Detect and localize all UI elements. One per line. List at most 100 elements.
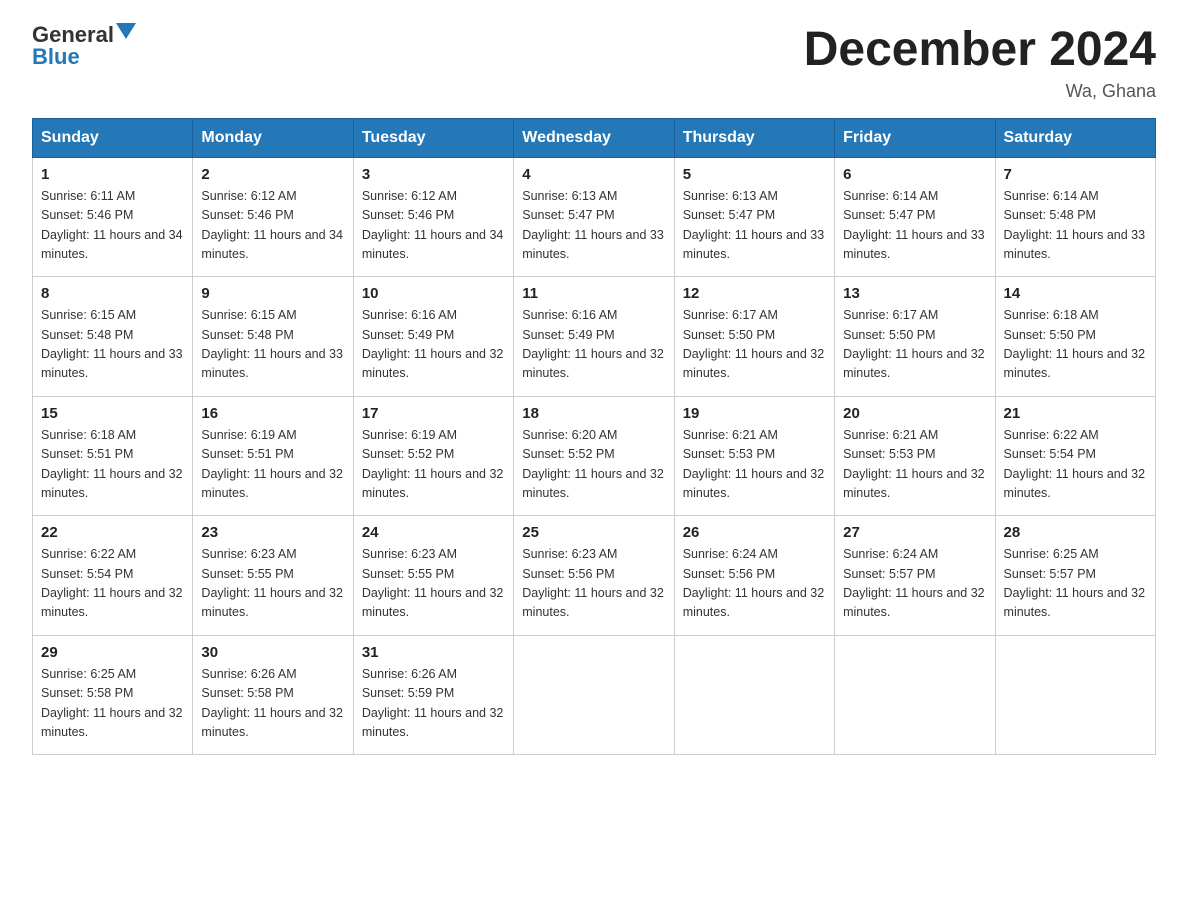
calendar-day-cell: 7 Sunrise: 6:14 AM Sunset: 5:48 PM Dayli… [995,157,1155,277]
day-number: 10 [362,285,505,302]
day-number: 21 [1004,405,1147,422]
day-number: 12 [683,285,826,302]
calendar-day-cell: 22 Sunrise: 6:22 AM Sunset: 5:54 PM Dayl… [33,516,193,636]
page-header: General Blue December 2024 Wa, Ghana [32,24,1156,102]
day-info: Sunrise: 6:17 AM Sunset: 5:50 PM Dayligh… [683,306,826,384]
day-info: Sunrise: 6:12 AM Sunset: 5:46 PM Dayligh… [362,187,505,265]
day-number: 31 [362,644,505,661]
logo: General Blue [32,24,136,68]
calendar-day-cell: 6 Sunrise: 6:14 AM Sunset: 5:47 PM Dayli… [835,157,995,277]
day-of-week-header: Thursday [674,118,834,157]
day-number: 13 [843,285,986,302]
day-number: 28 [1004,524,1147,541]
location-text: Wa, Ghana [804,81,1156,102]
day-info: Sunrise: 6:21 AM Sunset: 5:53 PM Dayligh… [843,426,986,504]
calendar-day-cell [674,635,834,755]
day-info: Sunrise: 6:16 AM Sunset: 5:49 PM Dayligh… [522,306,665,384]
calendar-day-cell: 13 Sunrise: 6:17 AM Sunset: 5:50 PM Dayl… [835,277,995,397]
day-info: Sunrise: 6:25 AM Sunset: 5:58 PM Dayligh… [41,665,184,743]
logo-blue-text: Blue [32,46,80,68]
day-info: Sunrise: 6:13 AM Sunset: 5:47 PM Dayligh… [522,187,665,265]
day-number: 15 [41,405,184,422]
day-number: 5 [683,166,826,183]
day-number: 25 [522,524,665,541]
day-info: Sunrise: 6:12 AM Sunset: 5:46 PM Dayligh… [201,187,344,265]
day-info: Sunrise: 6:22 AM Sunset: 5:54 PM Dayligh… [1004,426,1147,504]
day-of-week-header: Sunday [33,118,193,157]
calendar-day-cell: 24 Sunrise: 6:23 AM Sunset: 5:55 PM Dayl… [353,516,513,636]
calendar-week-row: 15 Sunrise: 6:18 AM Sunset: 5:51 PM Dayl… [33,396,1156,516]
day-info: Sunrise: 6:13 AM Sunset: 5:47 PM Dayligh… [683,187,826,265]
calendar-day-cell: 12 Sunrise: 6:17 AM Sunset: 5:50 PM Dayl… [674,277,834,397]
day-info: Sunrise: 6:19 AM Sunset: 5:52 PM Dayligh… [362,426,505,504]
calendar-day-cell: 16 Sunrise: 6:19 AM Sunset: 5:51 PM Dayl… [193,396,353,516]
calendar-header-row: SundayMondayTuesdayWednesdayThursdayFrid… [33,118,1156,157]
day-number: 4 [522,166,665,183]
calendar-day-cell [995,635,1155,755]
calendar-day-cell: 1 Sunrise: 6:11 AM Sunset: 5:46 PM Dayli… [33,157,193,277]
day-info: Sunrise: 6:18 AM Sunset: 5:51 PM Dayligh… [41,426,184,504]
month-title: December 2024 [804,24,1156,77]
day-number: 30 [201,644,344,661]
calendar-day-cell: 4 Sunrise: 6:13 AM Sunset: 5:47 PM Dayli… [514,157,674,277]
day-number: 2 [201,166,344,183]
calendar-day-cell: 23 Sunrise: 6:23 AM Sunset: 5:55 PM Dayl… [193,516,353,636]
day-number: 17 [362,405,505,422]
day-number: 27 [843,524,986,541]
day-info: Sunrise: 6:24 AM Sunset: 5:56 PM Dayligh… [683,545,826,623]
calendar-day-cell: 17 Sunrise: 6:19 AM Sunset: 5:52 PM Dayl… [353,396,513,516]
calendar-day-cell: 18 Sunrise: 6:20 AM Sunset: 5:52 PM Dayl… [514,396,674,516]
day-info: Sunrise: 6:19 AM Sunset: 5:51 PM Dayligh… [201,426,344,504]
calendar-day-cell: 28 Sunrise: 6:25 AM Sunset: 5:57 PM Dayl… [995,516,1155,636]
day-info: Sunrise: 6:20 AM Sunset: 5:52 PM Dayligh… [522,426,665,504]
calendar-day-cell: 2 Sunrise: 6:12 AM Sunset: 5:46 PM Dayli… [193,157,353,277]
day-number: 6 [843,166,986,183]
logo-general-text: General [32,24,114,46]
calendar-day-cell: 20 Sunrise: 6:21 AM Sunset: 5:53 PM Dayl… [835,396,995,516]
day-number: 9 [201,285,344,302]
calendar-day-cell: 31 Sunrise: 6:26 AM Sunset: 5:59 PM Dayl… [353,635,513,755]
calendar-week-row: 22 Sunrise: 6:22 AM Sunset: 5:54 PM Dayl… [33,516,1156,636]
calendar-week-row: 8 Sunrise: 6:15 AM Sunset: 5:48 PM Dayli… [33,277,1156,397]
day-info: Sunrise: 6:14 AM Sunset: 5:47 PM Dayligh… [843,187,986,265]
calendar-week-row: 1 Sunrise: 6:11 AM Sunset: 5:46 PM Dayli… [33,157,1156,277]
calendar-day-cell: 19 Sunrise: 6:21 AM Sunset: 5:53 PM Dayl… [674,396,834,516]
day-info: Sunrise: 6:22 AM Sunset: 5:54 PM Dayligh… [41,545,184,623]
calendar-table: SundayMondayTuesdayWednesdayThursdayFrid… [32,118,1156,756]
calendar-day-cell: 27 Sunrise: 6:24 AM Sunset: 5:57 PM Dayl… [835,516,995,636]
calendar-day-cell [835,635,995,755]
calendar-day-cell: 9 Sunrise: 6:15 AM Sunset: 5:48 PM Dayli… [193,277,353,397]
day-number: 20 [843,405,986,422]
day-of-week-header: Monday [193,118,353,157]
day-info: Sunrise: 6:23 AM Sunset: 5:55 PM Dayligh… [362,545,505,623]
day-info: Sunrise: 6:21 AM Sunset: 5:53 PM Dayligh… [683,426,826,504]
day-info: Sunrise: 6:24 AM Sunset: 5:57 PM Dayligh… [843,545,986,623]
calendar-day-cell: 25 Sunrise: 6:23 AM Sunset: 5:56 PM Dayl… [514,516,674,636]
day-info: Sunrise: 6:26 AM Sunset: 5:59 PM Dayligh… [362,665,505,743]
day-info: Sunrise: 6:26 AM Sunset: 5:58 PM Dayligh… [201,665,344,743]
day-info: Sunrise: 6:23 AM Sunset: 5:55 PM Dayligh… [201,545,344,623]
calendar-day-cell: 26 Sunrise: 6:24 AM Sunset: 5:56 PM Dayl… [674,516,834,636]
day-number: 23 [201,524,344,541]
calendar-day-cell: 11 Sunrise: 6:16 AM Sunset: 5:49 PM Dayl… [514,277,674,397]
day-info: Sunrise: 6:23 AM Sunset: 5:56 PM Dayligh… [522,545,665,623]
day-info: Sunrise: 6:18 AM Sunset: 5:50 PM Dayligh… [1004,306,1147,384]
day-number: 1 [41,166,184,183]
calendar-day-cell [514,635,674,755]
day-number: 22 [41,524,184,541]
calendar-day-cell: 8 Sunrise: 6:15 AM Sunset: 5:48 PM Dayli… [33,277,193,397]
day-info: Sunrise: 6:16 AM Sunset: 5:49 PM Dayligh… [362,306,505,384]
calendar-day-cell: 10 Sunrise: 6:16 AM Sunset: 5:49 PM Dayl… [353,277,513,397]
day-info: Sunrise: 6:11 AM Sunset: 5:46 PM Dayligh… [41,187,184,265]
calendar-day-cell: 5 Sunrise: 6:13 AM Sunset: 5:47 PM Dayli… [674,157,834,277]
logo-triangle-icon [116,23,136,39]
day-number: 14 [1004,285,1147,302]
day-number: 8 [41,285,184,302]
day-number: 16 [201,405,344,422]
day-number: 24 [362,524,505,541]
day-info: Sunrise: 6:15 AM Sunset: 5:48 PM Dayligh… [201,306,344,384]
day-number: 18 [522,405,665,422]
day-number: 26 [683,524,826,541]
calendar-day-cell: 21 Sunrise: 6:22 AM Sunset: 5:54 PM Dayl… [995,396,1155,516]
day-info: Sunrise: 6:14 AM Sunset: 5:48 PM Dayligh… [1004,187,1147,265]
